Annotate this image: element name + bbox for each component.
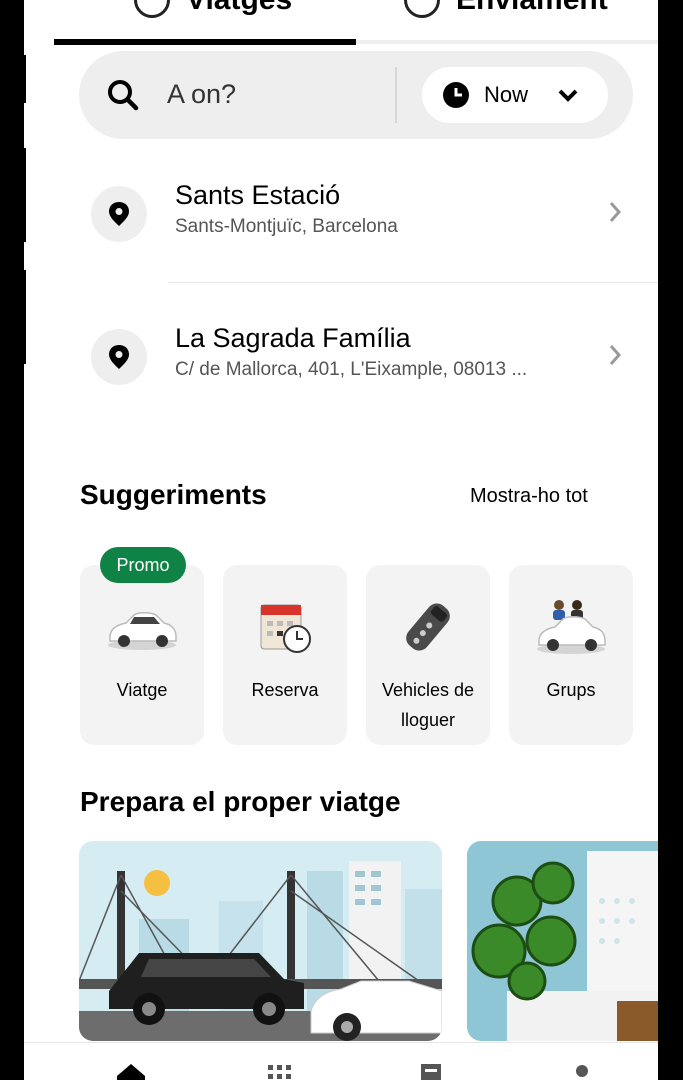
suggestion-card-reserve[interactable]: Reserva <box>223 565 347 745</box>
tab-delivery[interactable]: Enviament <box>404 0 608 18</box>
saved-place-item[interactable]: Sants Estació Sants-Montjuïc, Barcelona <box>24 162 658 262</box>
where-to-search[interactable]: A on? Now <box>79 51 633 139</box>
tab-rides[interactable]: Viatges <box>134 0 292 18</box>
chevron-right-icon <box>609 202 622 222</box>
frame-notch <box>14 270 26 364</box>
saved-place-item[interactable]: La Sagrada Família C/ de Mallorca, 401, … <box>24 305 658 405</box>
active-tab-indicator <box>54 39 356 45</box>
frame-notch <box>14 55 26 103</box>
chevron-right-icon <box>609 345 622 365</box>
plant-illustration <box>467 841 658 1041</box>
place-title: La Sagrada Família <box>175 323 411 353</box>
frame-notch <box>14 148 26 242</box>
list-divider <box>168 282 658 283</box>
car-icon <box>134 0 170 18</box>
suggestion-label: Viatge <box>116 680 168 700</box>
suggestions-title: Suggeriments <box>80 479 267 510</box>
tab-label: Enviament <box>456 0 608 17</box>
calendar-clock-icon <box>260 604 311 653</box>
pickup-time-label: Now <box>484 82 529 107</box>
activity-icon[interactable] <box>420 1063 442 1080</box>
mode-tabs: Viatges Enviament <box>24 0 658 45</box>
account-icon[interactable] <box>574 1063 590 1080</box>
location-pin-icon <box>91 329 147 385</box>
bottom-nav <box>24 1042 658 1080</box>
promo-badge: Promo <box>100 547 186 583</box>
location-pin-icon <box>91 186 147 242</box>
car-icon <box>108 612 177 650</box>
see-all-link[interactable]: Mostra-ho tot <box>470 485 588 508</box>
place-address: Sants-Montjuïc, Barcelona <box>175 216 398 237</box>
prepare-trip-title: Prepara el proper viatge <box>80 786 401 817</box>
suggestion-card-ride[interactable]: Viatge <box>80 565 204 745</box>
app-screen: Viatges Enviament A on? Now <box>24 0 658 1080</box>
package-icon <box>404 0 440 18</box>
place-address: C/ de Mallorca, 401, L'Eixample, 08013 .… <box>175 359 528 380</box>
clock-icon <box>443 82 469 108</box>
suggestion-label: Vehicles de lloguer <box>381 680 475 730</box>
search-placeholder: A on? <box>167 79 237 109</box>
suggestion-card-groups[interactable]: Grups <box>509 565 633 745</box>
promo-card-city-ride[interactable] <box>79 841 442 1041</box>
city-car-illustration <box>79 841 442 1041</box>
group-car-icon <box>537 600 606 654</box>
chevron-down-icon <box>558 89 578 102</box>
promo-card-plant[interactable] <box>467 841 658 1041</box>
place-title: Sants Estació <box>175 180 341 210</box>
suggestion-label: Reserva <box>251 680 319 700</box>
suggestion-card-rentals[interactable]: Vehicles de lloguer <box>366 565 490 745</box>
tab-track <box>356 40 658 44</box>
pickup-time-button[interactable]: Now <box>422 67 608 123</box>
tab-label: Viatges <box>186 0 292 17</box>
services-grid-icon[interactable] <box>267 1063 293 1080</box>
search-icon <box>108 80 139 111</box>
suggestion-label: Grups <box>546 680 596 700</box>
search-divider <box>395 67 397 123</box>
key-fob-icon <box>406 603 450 651</box>
home-icon[interactable] <box>116 1063 146 1080</box>
